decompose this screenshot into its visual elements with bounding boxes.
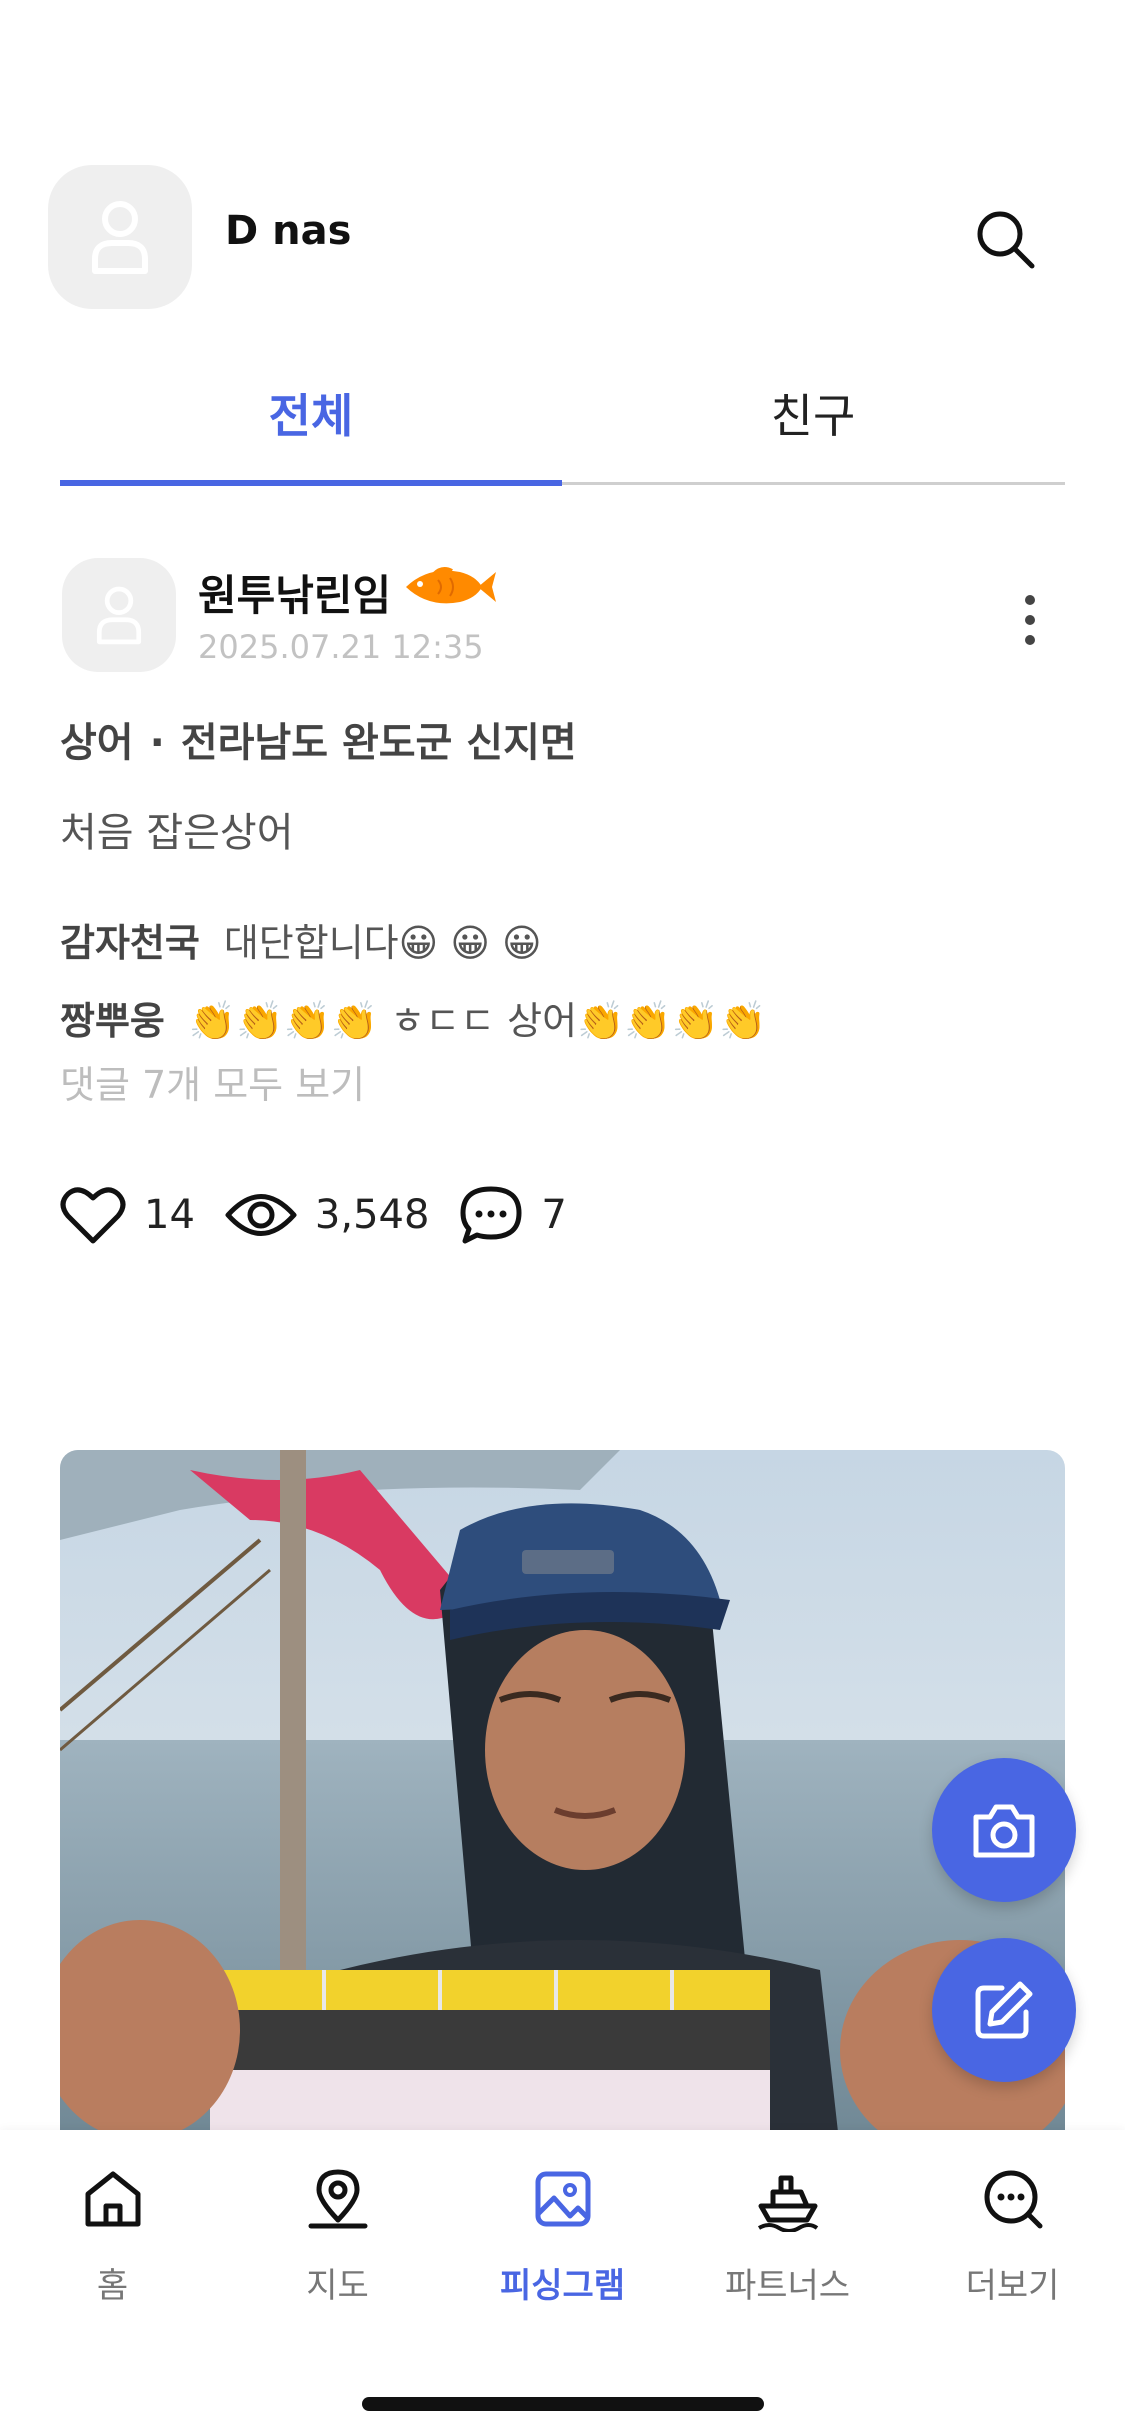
camera-button[interactable] bbox=[932, 1758, 1076, 1902]
search-icon[interactable] bbox=[972, 206, 1038, 272]
bottom-navigation: 홈 지도 피싱그램 파트너스 더보기 bbox=[0, 2130, 1125, 2436]
user-name: D nas bbox=[225, 208, 352, 254]
post-stats: 14 3,548 7 bbox=[60, 1180, 597, 1250]
nav-more[interactable]: 더보기 bbox=[900, 2166, 1125, 2316]
comment-text: 👏👏👏👏 ㅎㄷㄷ 상어👏👏👏👏 bbox=[188, 999, 767, 1043]
write-post-button[interactable] bbox=[932, 1938, 1076, 2082]
post-timestamp: 2025.07.21 12:35 bbox=[198, 628, 484, 666]
edit-icon bbox=[975, 1981, 1033, 2039]
nav-label: 홈 bbox=[96, 2266, 129, 2306]
post-body-text: 처음 잡은상어 bbox=[60, 810, 294, 856]
view-all-comments-link[interactable]: 댓글 7개 모두 보기 bbox=[60, 1054, 365, 1109]
tab-all[interactable]: 전체 bbox=[60, 340, 562, 486]
heart-icon[interactable] bbox=[60, 1185, 126, 1245]
post-location: 전라남도 완도군 신지면 bbox=[180, 720, 577, 766]
nav-label: 파트너스 bbox=[724, 2266, 851, 2306]
view-stat: 3,548 bbox=[225, 1190, 430, 1240]
post-species: 상어 bbox=[60, 720, 134, 766]
post-author-avatar[interactable] bbox=[62, 558, 176, 672]
nav-label: 지도 bbox=[306, 2266, 369, 2306]
image-icon bbox=[535, 2171, 591, 2227]
more-chat-icon bbox=[984, 2170, 1043, 2229]
separator-dot: · bbox=[149, 720, 165, 766]
nav-label: 피싱그램 bbox=[499, 2266, 626, 2306]
profile-header: D nas bbox=[0, 160, 1125, 310]
boat-icon bbox=[757, 2175, 819, 2232]
speech-bubble-icon[interactable] bbox=[459, 1185, 523, 1245]
home-indicator[interactable] bbox=[362, 2397, 764, 2411]
nav-fishingram[interactable]: 피싱그램 bbox=[450, 2166, 675, 2316]
post-photo[interactable] bbox=[60, 1450, 1065, 2150]
fish-badge-icon bbox=[406, 567, 496, 604]
comment-user[interactable]: 짱뿌웅 bbox=[60, 999, 165, 1043]
comment-item: 짱뿌웅 👏👏👏👏 ㅎㄷㄷ 상어👏👏👏👏 bbox=[60, 990, 766, 1045]
comment-count: 7 bbox=[541, 1192, 567, 1238]
comment-user[interactable]: 감자천국 bbox=[60, 921, 200, 965]
like-stat[interactable]: 14 bbox=[60, 1185, 195, 1245]
home-icon bbox=[85, 2171, 141, 2227]
nav-partners[interactable]: 파트너스 bbox=[675, 2166, 900, 2316]
more-vertical-icon[interactable] bbox=[1010, 592, 1050, 648]
feed-tabs: 전체 친구 bbox=[60, 340, 1065, 490]
nav-home[interactable]: 홈 bbox=[0, 2166, 225, 2316]
comment-item: 감자천국 대단합니다😀 😀 😀 bbox=[60, 912, 542, 967]
like-count: 14 bbox=[144, 1192, 195, 1238]
tab-friends[interactable]: 친구 bbox=[562, 340, 1064, 486]
comment-stat[interactable]: 7 bbox=[459, 1185, 567, 1245]
view-count: 3,548 bbox=[314, 1192, 430, 1238]
comment-text: 대단합니다😀 😀 😀 bbox=[223, 921, 542, 965]
nav-map[interactable]: 지도 bbox=[225, 2166, 450, 2316]
post-photo-image bbox=[60, 1450, 1065, 2150]
nav-label: 더보기 bbox=[965, 2266, 1060, 2306]
fishingram-feed-screen: D nas 전체 친구 원투낚린임 2025.07.21 12:35 상어 · … bbox=[0, 0, 1125, 2436]
tab-active-indicator bbox=[60, 480, 562, 486]
person-placeholder-icon bbox=[96, 586, 142, 645]
post-author-name[interactable]: 원투낚린임 bbox=[198, 562, 391, 623]
user-avatar[interactable] bbox=[48, 165, 192, 309]
map-pin-icon bbox=[308, 2169, 368, 2229]
eye-icon bbox=[225, 1194, 297, 1236]
person-placeholder-icon bbox=[92, 201, 148, 274]
post-catch-info: 상어 · 전라남도 완도군 신지면 bbox=[60, 710, 577, 768]
camera-icon bbox=[973, 1804, 1035, 1858]
